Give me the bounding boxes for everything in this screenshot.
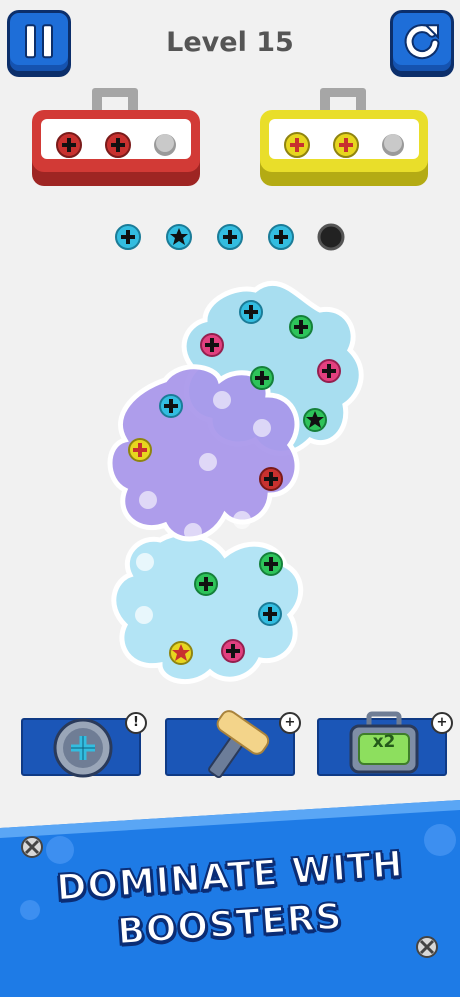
slot-screw-icon[interactable] (115, 224, 141, 250)
hole-icon (139, 491, 157, 509)
red-toolbox[interactable] (31, 88, 201, 188)
screw-icon[interactable] (239, 300, 263, 324)
screw-icon[interactable] (250, 366, 274, 390)
screw-icon[interactable] (128, 438, 152, 462)
screw-icon[interactable] (259, 467, 283, 491)
hole-icon (136, 553, 154, 571)
screw-icon[interactable] (169, 641, 193, 665)
screw-icon (333, 132, 359, 158)
hole-icon (135, 606, 153, 624)
x2-label: x2 (372, 732, 396, 752)
screw-icon (21, 836, 43, 858)
screw-icon (56, 132, 82, 158)
hammer-icon (208, 710, 270, 779)
booster-count-badge: ! (125, 712, 147, 734)
hole-icon (184, 523, 202, 541)
screw-icon (105, 132, 131, 158)
screw-icon[interactable] (289, 315, 313, 339)
booster-add-badge[interactable]: + (279, 712, 301, 734)
slot-screw-icon[interactable] (268, 224, 294, 250)
hole-icon (253, 419, 271, 437)
restart-button[interactable] (390, 10, 454, 74)
screw-icon[interactable] (159, 394, 183, 418)
screw-icon[interactable] (221, 639, 245, 663)
yellow-toolbox[interactable] (259, 88, 429, 188)
screw-booster[interactable]: ! (21, 712, 147, 778)
screw-icon (284, 132, 310, 158)
hole-icon (233, 511, 251, 529)
hammer-booster[interactable]: + (165, 710, 301, 779)
hole-icon (213, 391, 231, 409)
restart-icon (404, 24, 440, 60)
slot-screw-icon[interactable] (166, 224, 192, 250)
hole-icon (199, 453, 217, 471)
screw-icon[interactable] (259, 552, 283, 576)
screw-icon[interactable] (303, 408, 327, 432)
empty-slot-icon[interactable] (317, 223, 345, 251)
promo-banner: DOMINATE WITH BOOSTERS (0, 800, 460, 997)
extra-box-booster[interactable]: x2 + (317, 711, 453, 776)
puzzle-board[interactable] (0, 270, 460, 700)
screw-icon[interactable] (194, 572, 218, 596)
slot-screw-icon[interactable] (217, 224, 243, 250)
screw-icon[interactable] (317, 359, 341, 383)
screw-icon[interactable] (200, 333, 224, 357)
screw-icon[interactable] (258, 602, 282, 626)
booster-add-badge[interactable]: + (431, 712, 453, 734)
screw-icon (416, 936, 438, 958)
holding-slots (0, 220, 460, 254)
